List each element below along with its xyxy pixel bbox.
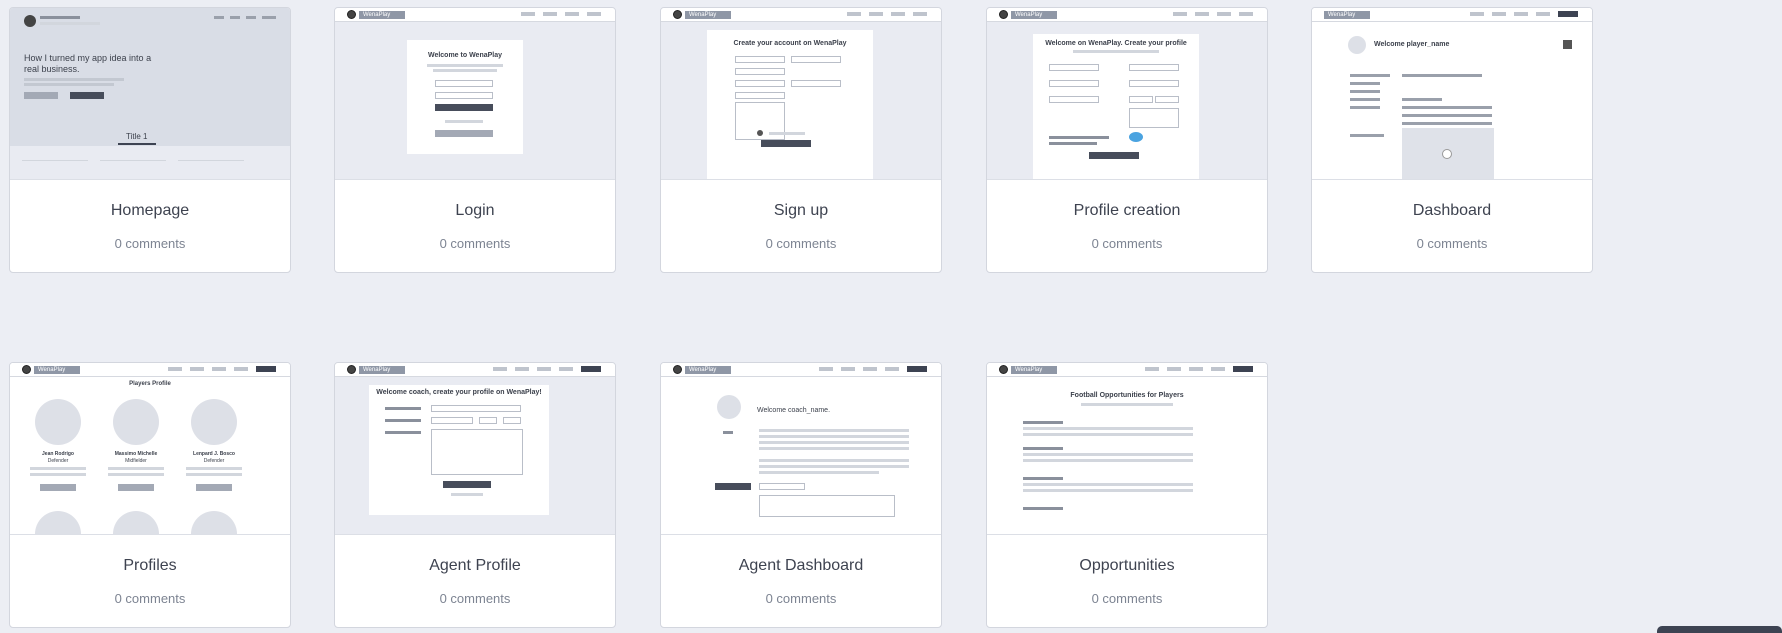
card-comments[interactable]: 0 comments bbox=[1312, 236, 1592, 251]
profile-creation-heading: Welcome on WenaPlay. Create your profile bbox=[1045, 40, 1187, 47]
agent-dashboard-heading: Welcome coach_name. bbox=[757, 407, 831, 414]
signup-heading: Create your account on WenaPlay bbox=[733, 40, 847, 47]
wireframe-card-sign-up[interactable]: WenaPlay Create your account on WenaPlay… bbox=[660, 7, 942, 273]
wireframe-thumbnail: WenaPlay Welcome on WenaPlay. Create you… bbox=[987, 8, 1267, 180]
chat-widget-tab[interactable] bbox=[1657, 626, 1782, 633]
card-title: Profile creation bbox=[1073, 202, 1181, 219]
dashboard-heading: Welcome player_name bbox=[1374, 41, 1450, 48]
card-comments[interactable]: 0 comments bbox=[10, 591, 290, 606]
card-title: Agent Profile bbox=[429, 557, 521, 574]
wireframe-thumbnail: WenaPlay Welcome player_name bbox=[1312, 8, 1592, 180]
wireframe-card-profiles[interactable]: WenaPlay Players Profile Jean Rodrigo De… bbox=[9, 362, 291, 628]
card-comments[interactable]: 0 comments bbox=[10, 236, 290, 251]
wireframe-thumbnail: WenaPlay Welcome to WenaPlay bbox=[335, 8, 615, 180]
wireframe-thumbnail: How I turned my app idea into a real bus… bbox=[10, 8, 290, 180]
wireframe-card-agent-profile[interactable]: WenaPlay Welcome coach, create your prof… bbox=[334, 362, 616, 628]
card-title: Dashboard bbox=[1412, 202, 1492, 219]
card-title: Profiles bbox=[123, 557, 177, 574]
card-comments[interactable]: 0 comments bbox=[987, 236, 1267, 251]
card-comments[interactable]: 0 comments bbox=[335, 591, 615, 606]
card-title: Login bbox=[455, 202, 495, 219]
card-comments[interactable]: 0 comments bbox=[987, 591, 1267, 606]
card-title: Agent Dashboard bbox=[738, 557, 864, 574]
wireframe-card-homepage[interactable]: How I turned my app idea into a real bus… bbox=[9, 7, 291, 273]
wireframe-thumbnail: WenaPlay Welcome coach, create your prof… bbox=[335, 363, 615, 535]
card-title: Sign up bbox=[773, 202, 829, 219]
card-comments[interactable]: 0 comments bbox=[661, 236, 941, 251]
card-comments[interactable]: 0 comments bbox=[661, 591, 941, 606]
wireframe-card-login[interactable]: WenaPlay Welcome to WenaPlay Login 0 com… bbox=[334, 7, 616, 273]
opportunities-heading: Football Opportunities for Players bbox=[1070, 392, 1184, 399]
wireframe-card-opportunities[interactable]: WenaPlay Football Opportunities for Play… bbox=[986, 362, 1268, 628]
card-title: Opportunities bbox=[1079, 557, 1175, 574]
tab-title: Title 1 bbox=[126, 132, 148, 141]
wireframe-thumbnail: WenaPlay Create your account on WenaPlay bbox=[661, 8, 941, 180]
card-comments[interactable]: 0 comments bbox=[335, 236, 615, 251]
login-heading: Welcome to WenaPlay bbox=[427, 52, 503, 59]
wireframe-card-profile-creation[interactable]: WenaPlay Welcome on WenaPlay. Create you… bbox=[986, 7, 1268, 273]
wireframe-card-agent-dashboard[interactable]: WenaPlay Welcome coach_name. Agent Dashb… bbox=[660, 362, 942, 628]
wireframe-thumbnail: WenaPlay Players Profile Jean Rodrigo De… bbox=[10, 363, 290, 535]
player-name: Lenpard J. Bosco bbox=[193, 451, 235, 457]
agent-heading: Welcome coach, create your profile on We… bbox=[376, 389, 542, 396]
profiles-heading: Players Profile bbox=[129, 381, 171, 387]
wireframe-thumbnail: WenaPlay Football Opportunities for Play… bbox=[987, 363, 1267, 535]
player-role: Defender bbox=[203, 458, 225, 464]
wireframe-thumbnail: WenaPlay Welcome coach_name. bbox=[661, 363, 941, 535]
card-title: Homepage bbox=[110, 202, 190, 219]
wireframe-card-dashboard[interactable]: WenaPlay Welcome player_name Dashboard 0… bbox=[1311, 7, 1593, 273]
hero-heading: How I turned my app idea into a real bus… bbox=[24, 53, 152, 74]
